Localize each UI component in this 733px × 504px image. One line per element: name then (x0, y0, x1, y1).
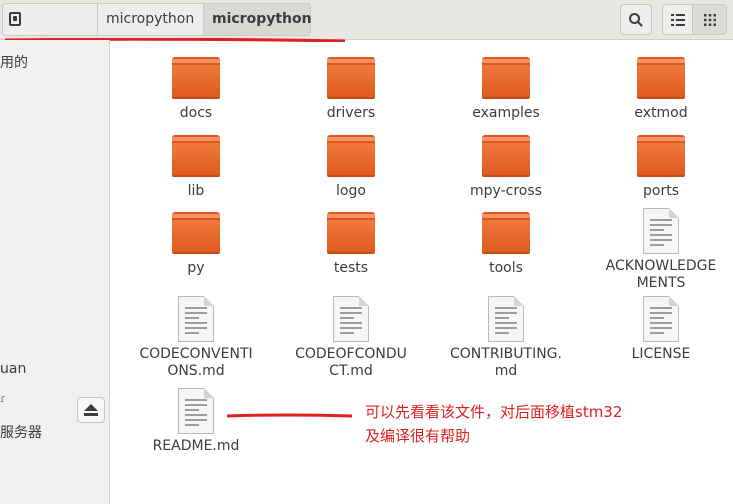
file-name-label: tools (489, 260, 523, 276)
file-name-label: extmod (634, 105, 688, 121)
file-name-label: tests (333, 260, 369, 276)
folder-item[interactable]: py (136, 208, 256, 277)
sidebar: 用的 ı uan ɾ 服务器 (0, 40, 110, 504)
annotation-note: 可以先看看该文件，对后面移植stm32 及编译很有帮助 (365, 400, 695, 448)
folder-item[interactable]: docs (136, 53, 256, 122)
folder-icon (327, 135, 375, 177)
red-arrow-line-annotation (227, 413, 352, 418)
file-name-label: CODEOFCONDUCT.md (295, 346, 407, 379)
file-name-label: LICENSE (631, 346, 691, 362)
file-item[interactable]: ACKNOWLEDGEMENTS (601, 208, 721, 292)
folder-icon (172, 135, 220, 177)
search-icon (629, 12, 643, 27)
text-file-icon (643, 296, 679, 342)
home-icon (9, 12, 21, 26)
breadcrumb-home[interactable]: limuyuan (2, 3, 98, 58)
file-name-label: drivers (326, 105, 376, 121)
file-name-label: README.md (152, 438, 240, 454)
list-view-button[interactable] (662, 4, 693, 35)
text-file-icon (333, 296, 369, 342)
text-file-icon (643, 208, 679, 254)
file-name-label: CONTRIBUTING.md (450, 346, 562, 379)
folder-icon (637, 135, 685, 177)
file-item[interactable]: LICENSE (601, 296, 721, 363)
breadcrumb-label: micropython (106, 11, 195, 27)
folder-item[interactable]: mpy-cross (446, 131, 566, 200)
file-name-label: mpy-cross (470, 183, 542, 199)
sidebar-fragment: ɾ (0, 392, 6, 405)
folder-icon (172, 57, 220, 99)
grid-view-button[interactable] (693, 4, 727, 35)
file-name-label: logo (336, 183, 366, 199)
folder-item[interactable]: extmod (601, 53, 721, 122)
folder-icon (637, 57, 685, 99)
folder-item[interactable]: lib (136, 131, 256, 200)
eject-icon (84, 404, 98, 416)
search-button[interactable] (620, 4, 652, 35)
sidebar-item-server[interactable]: 服务器 (0, 422, 42, 442)
file-item[interactable]: CODEOFCONDUCT.md (291, 296, 411, 380)
folder-item[interactable]: tools (446, 208, 566, 277)
list-view-icon (670, 13, 685, 26)
file-name-label: lib (187, 183, 205, 199)
annotation-line-2: 及编译很有帮助 (365, 427, 471, 445)
folder-item[interactable]: ports (601, 131, 721, 200)
file-item[interactable]: CONTRIBUTING.md (446, 296, 566, 380)
text-file-icon (488, 296, 524, 342)
breadcrumb-micropython-parent[interactable]: micropython (98, 3, 204, 36)
eject-button[interactable] (77, 397, 105, 423)
file-item[interactable]: CODECONVENTIONS.md (136, 296, 256, 380)
file-item[interactable]: README.md (136, 388, 256, 455)
breadcrumb-label: micropython (212, 11, 312, 27)
folder-item[interactable]: tests (291, 208, 411, 277)
path-bar: limuyuan micropython micropython (0, 0, 733, 58)
file-name-label: CODECONVENTIONS.md (139, 346, 253, 379)
sidebar-item-partial-top[interactable]: 用的 (0, 52, 28, 72)
folder-item[interactable]: examples (446, 53, 566, 122)
file-name-label: examples (472, 105, 540, 121)
file-name-label: ACKNOWLEDGEMENTS (605, 258, 717, 291)
grid-view-icon (703, 13, 716, 26)
sidebar-item-user[interactable]: uan (0, 361, 26, 377)
annotation-line-1: 可以先看看该文件，对后面移植stm32 (365, 403, 623, 421)
folder-icon (327, 212, 375, 254)
folder-icon (327, 57, 375, 99)
file-name-label: docs (179, 105, 213, 121)
folder-icon (482, 57, 530, 99)
folder-item[interactable]: logo (291, 131, 411, 200)
folder-icon (172, 212, 220, 254)
file-name-label: ports (643, 183, 679, 199)
breadcrumb-micropython-current[interactable]: micropython (204, 3, 312, 36)
text-file-icon (178, 388, 214, 434)
file-name-label: py (187, 260, 205, 276)
folder-icon (482, 212, 530, 254)
text-file-icon (178, 296, 214, 342)
folder-item[interactable]: drivers (291, 53, 411, 122)
folder-icon (482, 135, 530, 177)
